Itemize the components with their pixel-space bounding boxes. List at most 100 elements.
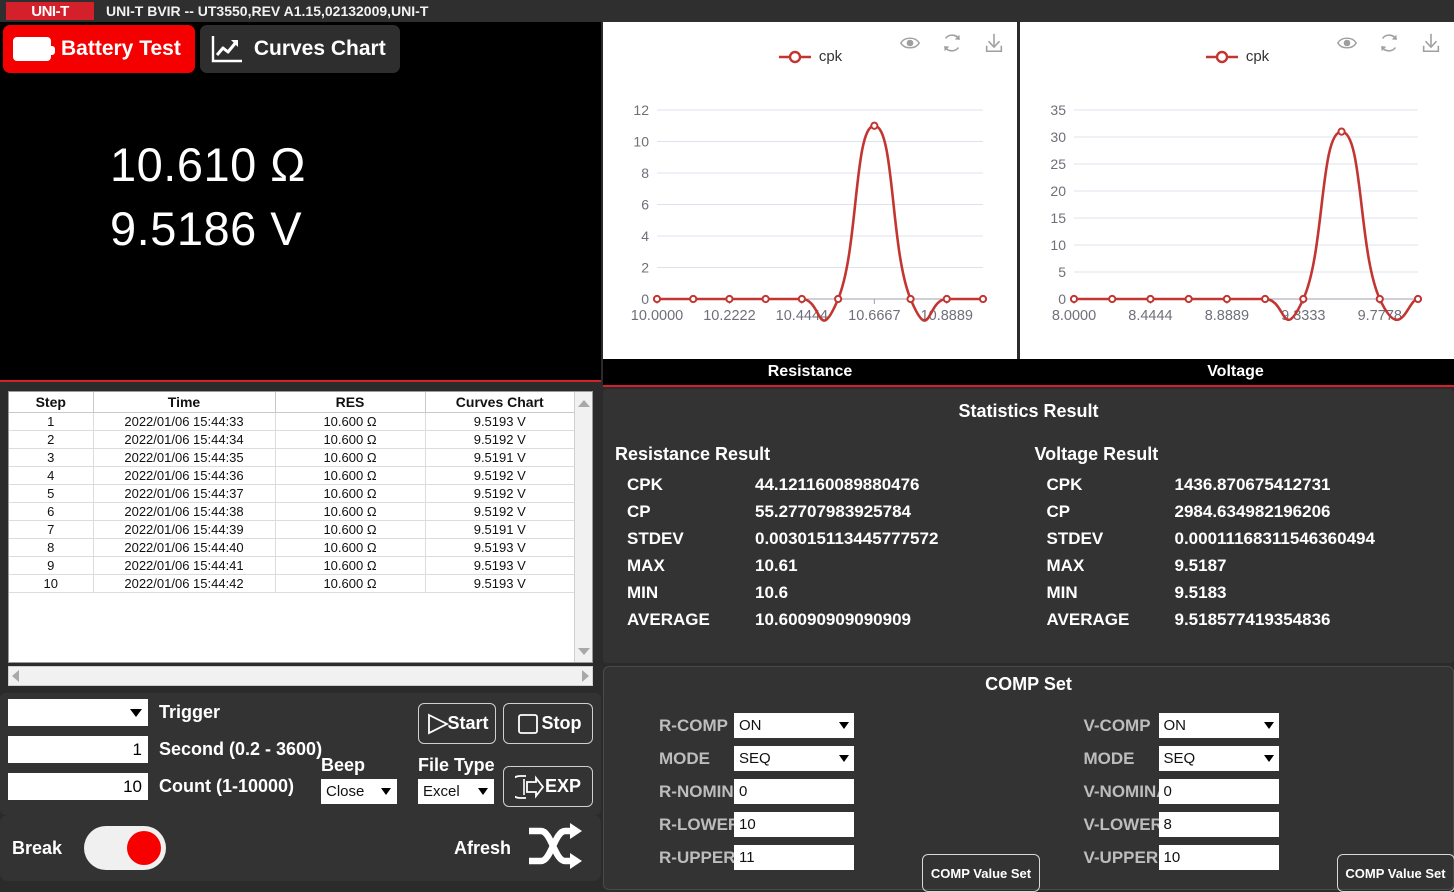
svg-text:8.0000: 8.0000 [1052, 308, 1096, 324]
application-window: UNI-T UNI-T BVIR -- UT3550,REV A1.15,021… [0, 0, 1454, 892]
resistance-stat-row: CPK44.121160089880476 [615, 475, 1035, 495]
resistance-result-heading: Resistance Result [615, 444, 1035, 465]
resistance-stat-row: MIN10.6 [615, 583, 1035, 603]
svg-text:9.3333: 9.3333 [1281, 308, 1325, 324]
table-row[interactable]: 52022/01/06 15:44:3710.600 Ω9.5192 V [9, 485, 574, 503]
scroll-right-arrow-icon[interactable] [582, 670, 589, 682]
svg-text:20: 20 [1050, 183, 1066, 199]
r-comp-row: R-COMP ON [604, 709, 1029, 742]
table-cell-cc: 9.5191 V [425, 521, 574, 539]
beep-select-value: Close [326, 783, 364, 800]
title-bar: UNI-T UNI-T BVIR -- UT3550,REV A1.15,021… [0, 0, 1454, 22]
statistics-result-panel: Statistics Result Resistance Result CPK4… [603, 389, 1454, 663]
table-header-row: Step Time RES Curves Chart [9, 392, 574, 413]
voltage-result-heading: Voltage Result [1035, 444, 1454, 465]
table-row[interactable]: 42022/01/06 15:44:3610.600 Ω9.5192 V [9, 467, 574, 485]
v-nominal-label: V-NOMINAL [1029, 782, 1159, 802]
chevron-down-icon [478, 788, 488, 795]
voltage-chart-caption: Voltage [1017, 359, 1454, 387]
table-row[interactable]: 12022/01/06 15:44:3310.600 Ω9.5193 V [9, 413, 574, 431]
table-cell-step: 4 [9, 467, 93, 485]
r-upper-input[interactable]: 11 [734, 845, 854, 870]
export-button[interactable]: EXP [503, 766, 593, 807]
table-cell-res: 10.600 Ω [275, 521, 425, 539]
r-comp-select[interactable]: ON [734, 713, 854, 738]
svg-text:15: 15 [1050, 210, 1066, 226]
v-upper-input[interactable]: 10 [1159, 845, 1279, 870]
chevron-down-icon [839, 755, 849, 762]
file-type-select[interactable]: Excel [418, 779, 494, 804]
trigger-select[interactable] [8, 699, 148, 726]
shuffle-icon [527, 821, 583, 871]
table-row[interactable]: 62022/01/06 15:44:3810.600 Ω9.5192 V [9, 503, 574, 521]
table-row[interactable]: 32022/01/06 15:44:3510.600 Ω9.5191 V [9, 449, 574, 467]
voltage-stat-value: 9.5187 [1175, 556, 1227, 576]
start-button[interactable]: Start [418, 703, 496, 744]
r-lower-row: R-LOWER 10 [604, 808, 1029, 841]
table-row[interactable]: 22022/01/06 15:44:3410.600 Ω9.5192 V [9, 431, 574, 449]
resistance-stat-key: MAX [615, 556, 755, 576]
table-cell-time: 2022/01/06 15:44:41 [93, 557, 275, 575]
chevron-down-icon [1264, 755, 1274, 762]
measurement-table-panel: Step Time RES Curves Chart 12022/01/06 1… [0, 386, 601, 688]
table-cell-step: 2 [9, 431, 93, 449]
export-button-label: EXP [545, 776, 581, 797]
r-nominal-label: R-NOMINAL [604, 782, 734, 802]
resistance-chart-plot: 02468101210.000010.222210.444410.666710.… [603, 22, 1017, 359]
table-cell-time: 2022/01/06 15:44:42 [93, 575, 275, 593]
table-cell-res: 10.600 Ω [275, 539, 425, 557]
r-comp-value-set-button[interactable]: COMP Value Set [922, 854, 1040, 892]
table-row[interactable]: 92022/01/06 15:44:4110.600 Ω9.5193 V [9, 557, 574, 575]
second-input[interactable] [8, 736, 148, 763]
voltage-chart-plot: 051015202530358.00008.44448.88899.33339.… [1020, 22, 1454, 359]
table-cell-time: 2022/01/06 15:44:39 [93, 521, 275, 539]
table-horizontal-scrollbar[interactable] [8, 666, 593, 686]
v-comp-select[interactable]: ON [1159, 713, 1279, 738]
table-cell-step: 10 [9, 575, 93, 593]
stop-button[interactable]: Stop [503, 703, 593, 744]
svg-text:12: 12 [633, 102, 649, 118]
afresh-button[interactable] [527, 821, 583, 876]
resistance-stat-value: 55.27707983925784 [755, 502, 911, 522]
tab-strip: Battery Test Curves Chart [0, 22, 601, 75]
column-header-curves-chart: Curves Chart [425, 392, 574, 413]
beep-select[interactable]: Close [321, 779, 397, 804]
svg-text:10.2222: 10.2222 [703, 308, 755, 324]
table-vertical-scrollbar[interactable] [574, 392, 592, 662]
tab-curves-chart[interactable]: Curves Chart [200, 25, 400, 73]
break-toggle[interactable] [84, 826, 166, 870]
v-lower-input[interactable]: 8 [1159, 812, 1279, 837]
resistance-stat-value: 44.121160089880476 [755, 475, 920, 495]
statistics-title: Statistics Result [603, 389, 1454, 422]
scroll-down-arrow-icon[interactable] [575, 642, 593, 660]
v-comp-value-set-button[interactable]: COMP Value Set [1337, 854, 1454, 892]
table-row[interactable]: 102022/01/06 15:44:4210.600 Ω9.5193 V [9, 575, 574, 593]
resistance-stat-key: AVERAGE [615, 610, 755, 630]
v-lower-row: V-LOWER 8 [1029, 808, 1454, 841]
v-comp-label: V-COMP [1029, 716, 1159, 736]
window-title: UNI-T BVIR -- UT3550,REV A1.15,02132009,… [106, 3, 428, 19]
scroll-up-arrow-icon[interactable] [575, 394, 593, 412]
voltage-stat-row: AVERAGE9.518577419354836 [1035, 610, 1454, 630]
svg-text:35: 35 [1050, 102, 1066, 118]
tab-battery-test[interactable]: Battery Test [3, 25, 195, 73]
table-cell-time: 2022/01/06 15:44:38 [93, 503, 275, 521]
table-cell-step: 8 [9, 539, 93, 557]
resistance-stat-key: CP [615, 502, 755, 522]
break-toggle-knob [127, 831, 161, 865]
count-input[interactable] [8, 773, 148, 800]
scroll-left-arrow-icon[interactable] [12, 670, 19, 682]
r-mode-select[interactable]: SEQ [734, 746, 854, 771]
table-cell-cc: 9.5192 V [425, 431, 574, 449]
table-row[interactable]: 82022/01/06 15:44:4010.600 Ω9.5193 V [9, 539, 574, 557]
table-cell-cc: 9.5192 V [425, 485, 574, 503]
v-nominal-input[interactable]: 0 [1159, 779, 1279, 804]
tab-curves-chart-label: Curves Chart [254, 37, 386, 61]
r-mode-row: MODE SEQ [604, 742, 1029, 775]
r-lower-input[interactable]: 10 [734, 812, 854, 837]
r-nominal-input[interactable]: 0 [734, 779, 854, 804]
table-row[interactable]: 72022/01/06 15:44:3910.600 Ω9.5191 V [9, 521, 574, 539]
r-upper-label: R-UPPER [604, 848, 734, 868]
v-mode-select[interactable]: SEQ [1159, 746, 1279, 771]
resistance-chart-caption: Resistance [603, 359, 1017, 387]
